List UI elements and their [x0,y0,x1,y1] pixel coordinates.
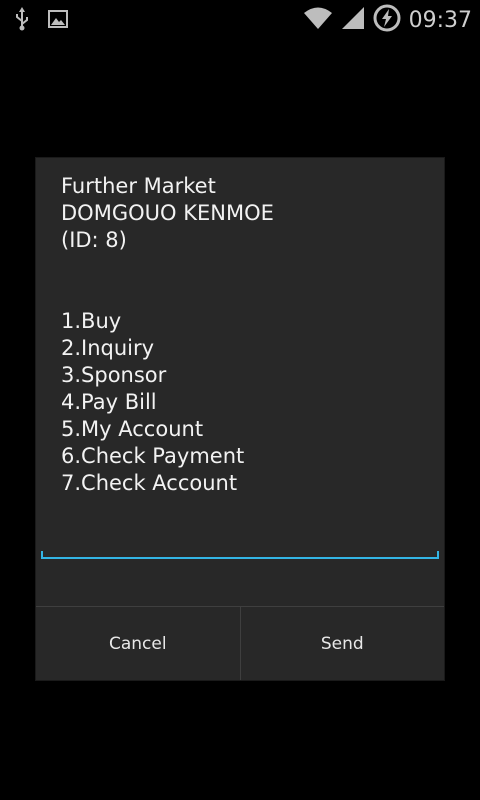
menu-item: 3.Sponsor [61,363,167,387]
send-button[interactable]: Send [241,607,445,680]
battery-charging-icon [373,4,401,36]
usb-icon [14,7,30,35]
reply-input[interactable] [41,551,439,559]
dialog-message: Further Market DOMGOUO KENMOE (ID: 8) 1.… [61,173,431,497]
menu-item: 5.My Account [61,417,204,441]
wifi-icon [303,6,333,34]
menu-item: 6.Check Payment [61,444,245,468]
menu-item: 4.Pay Bill [61,390,157,414]
cancel-button[interactable]: Cancel [36,607,240,680]
ussd-dialog: Further Market DOMGOUO KENMOE (ID: 8) 1.… [36,158,444,680]
button-bar: Cancel Send [36,607,444,680]
image-icon [48,10,68,32]
status-time: 09:37 [408,7,472,33]
menu-item: 1.Buy [61,309,122,333]
status-bar: 09:37 [0,0,480,38]
menu-item: 7.Check Account [61,471,238,495]
header-line: (ID: 8) [61,228,127,252]
signal-icon [341,6,365,34]
menu-item: 2.Inquiry [61,336,155,360]
header-line: Further Market [61,174,216,198]
header-line: DOMGOUO KENMOE [61,201,274,225]
